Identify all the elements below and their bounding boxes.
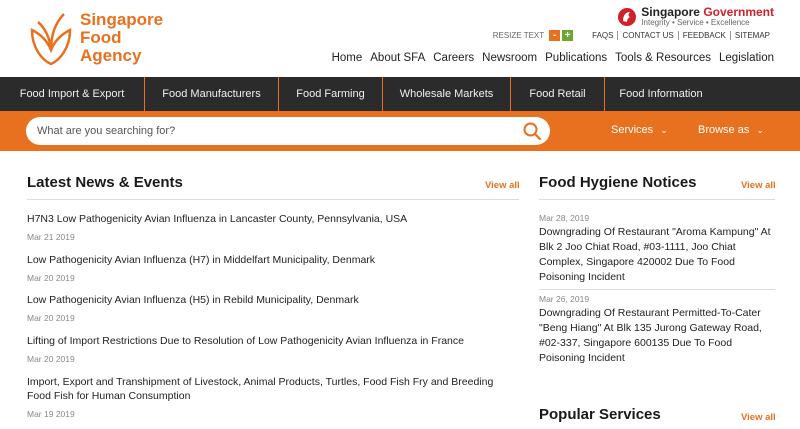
gov-title-main: Singapore — [641, 5, 704, 19]
news-item[interactable]: Low Pathogenicity Avian Influenza (H5) i… — [27, 293, 517, 323]
news-item-title[interactable]: Import, Export and Transhipment of Lives… — [27, 375, 517, 403]
nav-about-sfa[interactable]: About SFA — [370, 52, 425, 64]
category-wholesale-markets[interactable]: Wholesale Markets — [383, 77, 511, 111]
category-food-farming[interactable]: Food Farming — [279, 77, 383, 111]
news-item-title[interactable]: Low Pathogenicity Avian Influenza (H7) i… — [27, 253, 517, 267]
news-item-date: Mar 20 2019 — [27, 354, 75, 364]
nav-home[interactable]: Home — [332, 52, 363, 64]
gov-subtitle: Integrity • Service • Excellence — [641, 18, 750, 27]
food-hygiene-title: Food Hygiene Notices — [539, 174, 697, 191]
hygiene-notice[interactable]: Mar 26, 2019 Downgrading Of Restaurant P… — [539, 294, 774, 366]
lion-head-icon — [618, 7, 637, 26]
services-dropdown[interactable]: Services ⌄ — [611, 124, 668, 136]
news-item[interactable]: Lifting of Import Restrictions Due to Re… — [27, 334, 517, 364]
nav-careers[interactable]: Careers — [433, 52, 474, 64]
decrease-text-button[interactable]: - — [549, 30, 561, 41]
notice-date: Mar 28, 2019 — [539, 213, 590, 223]
notice-title[interactable]: Downgrading Of Restaurant Permitted-To-C… — [539, 306, 774, 366]
services-label: Services — [611, 124, 654, 136]
logo-line-2: Food — [80, 28, 122, 47]
news-item-title[interactable]: H7N3 Low Pathogenicity Avian Influenza i… — [27, 212, 517, 226]
news-item-title[interactable]: Low Pathogenicity Avian Influenza (H5) i… — [27, 293, 517, 307]
popular-view-all-link[interactable]: View all — [741, 412, 776, 423]
nav-tools-resources[interactable]: Tools & Resources — [615, 52, 711, 64]
sfa-logo[interactable]: Singapore Food Agency — [26, 6, 176, 70]
hygiene-notice[interactable]: Mar 28, 2019 Downgrading Of Restaurant "… — [539, 213, 774, 285]
news-view-all-link[interactable]: View all — [485, 180, 520, 191]
site-header: Singapore Food Agency Singapore Governme… — [0, 0, 800, 77]
news-item-date: Mar 20 2019 — [27, 313, 75, 323]
notice-title[interactable]: Downgrading Of Restaurant "Aroma Kampung… — [539, 225, 774, 285]
news-item[interactable]: H7N3 Low Pathogenicity Avian Influenza i… — [27, 212, 517, 242]
news-item[interactable]: Import, Export and Transhipment of Lives… — [27, 375, 517, 419]
browse-as-dropdown[interactable]: Browse as ⌄ — [698, 124, 764, 136]
nav-legislation[interactable]: Legislation — [719, 52, 774, 64]
gov-title-red: Government — [703, 5, 774, 19]
contact-us-link[interactable]: CONTACT US — [617, 31, 677, 40]
logo-line-1: Singapore — [80, 10, 164, 29]
faqs-link[interactable]: FAQS — [588, 31, 617, 40]
gov-title: Singapore Government — [641, 6, 774, 18]
news-item-date: Mar 20 2019 — [27, 273, 75, 283]
popular-services-title: Popular Services — [539, 406, 661, 423]
category-food-retail[interactable]: Food Retail — [511, 77, 605, 111]
category-nav: Food Import & Export Food Manufacturers … — [0, 77, 800, 111]
chevron-down-icon: ⌄ — [660, 124, 668, 135]
resize-text-label: RESIZE TEXT — [492, 31, 545, 40]
chevron-down-icon: ⌄ — [756, 124, 764, 135]
hygiene-divider — [539, 199, 775, 200]
logo-line-3: Agency — [80, 46, 142, 65]
news-item-date: Mar 19 2019 — [27, 409, 75, 419]
sitemap-link[interactable]: SITEMAP — [729, 31, 774, 40]
nav-publications[interactable]: Publications — [545, 52, 607, 64]
news-divider — [27, 199, 519, 200]
feedback-link[interactable]: FEEDBACK — [677, 31, 730, 40]
utility-links: FAQS CONTACT US FEEDBACK SITEMAP — [588, 31, 774, 40]
search-box — [26, 117, 550, 145]
news-item[interactable]: Low Pathogenicity Avian Influenza (H7) i… — [27, 253, 517, 283]
search-bar: Services ⌄ Browse as ⌄ — [0, 111, 800, 151]
news-item-title[interactable]: Lifting of Import Restrictions Due to Re… — [27, 334, 517, 348]
sfa-leaf-icon — [30, 13, 72, 66]
main-nav: Home About SFA Careers Newsroom Publicat… — [324, 52, 774, 64]
increase-text-button[interactable]: + — [562, 30, 574, 41]
nav-newsroom[interactable]: Newsroom — [482, 52, 537, 64]
news-item-date: Mar 21 2019 — [27, 232, 75, 242]
notice-divider — [539, 289, 775, 290]
search-icon[interactable] — [522, 121, 542, 141]
singapore-government-badge[interactable]: Singapore Government Integrity • Service… — [617, 6, 774, 27]
category-food-manufacturers[interactable]: Food Manufacturers — [145, 77, 279, 111]
hygiene-view-all-link[interactable]: View all — [741, 180, 776, 191]
search-input[interactable] — [26, 117, 506, 145]
notice-date: Mar 26, 2019 — [539, 294, 590, 304]
category-food-information[interactable]: Food Information — [605, 77, 717, 111]
browse-as-label: Browse as — [698, 124, 750, 136]
category-food-import-export[interactable]: Food Import & Export — [0, 77, 145, 111]
latest-news-title: Latest News & Events — [27, 174, 183, 191]
utility-bar: RESIZE TEXT - + FAQS CONTACT US FEEDBACK… — [493, 30, 774, 41]
logo-text: Singapore Food Agency — [80, 11, 163, 65]
